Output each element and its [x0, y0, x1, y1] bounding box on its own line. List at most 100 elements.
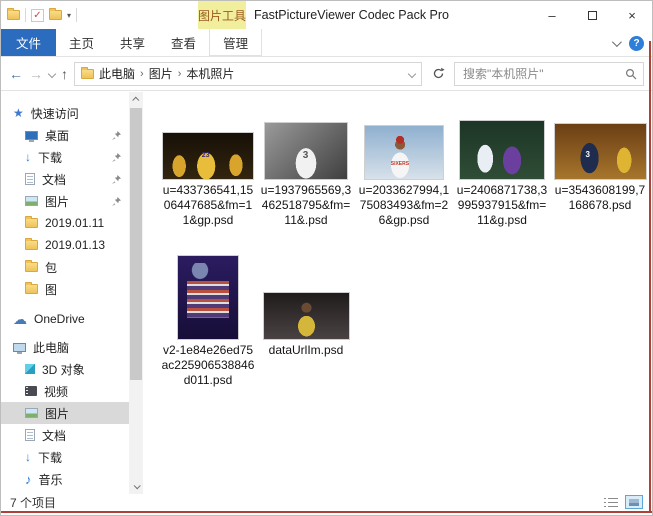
file-name: u=2406871738,3995937915&fm=11&g.psd [455, 183, 549, 228]
jersey-text: SIXERS [391, 161, 409, 167]
sidebar-item-documents[interactable]: 文档 [1, 168, 129, 190]
sidebar-item-documents-thispc[interactable]: 文档 [1, 424, 129, 446]
tab-share[interactable]: 共享 [107, 29, 158, 56]
main-area: ★ 快速访问 桌面 ↓ 下载 文档 图片 [1, 92, 652, 494]
tab-home[interactable]: 主页 [56, 29, 107, 56]
minimize-button[interactable]: – [532, 1, 572, 29]
file-thumbnail[interactable] [177, 255, 239, 340]
sidebar-item-quick-access[interactable]: ★ 快速访问 [1, 102, 129, 124]
cloud-icon: ☁ [13, 314, 27, 324]
sidebar-item-label: 快速访问 [31, 105, 79, 122]
sidebar-item-folder-2019-01-13[interactable]: 2019.01.13 [1, 234, 129, 256]
search-input[interactable] [461, 66, 625, 82]
file-thumbnail[interactable] [459, 120, 545, 180]
checkmark-icon[interactable]: ✓ [31, 9, 44, 22]
forward-button[interactable]: → [29, 66, 43, 82]
pictures-icon [25, 408, 38, 418]
screenshot-border-bottom [1, 511, 652, 513]
sidebar-scrollbar[interactable] [129, 92, 143, 494]
sidebar-item-desktop[interactable]: 桌面 [1, 124, 129, 146]
sidebar-item-label: 2019.01.13 [45, 238, 105, 252]
sidebar-item-folder-2019-01-11[interactable]: 2019.01.11 [1, 212, 129, 234]
file-thumbnail[interactable]: 23 [162, 132, 254, 180]
file-item[interactable]: dataUrlIm.psd [259, 248, 353, 388]
document-icon [25, 173, 35, 185]
help-icon[interactable]: ? [629, 36, 644, 51]
sidebar-item-label: 包 [45, 259, 57, 276]
file-item[interactable]: 3 u=3543608199,7168678.psd [553, 116, 647, 228]
ribbon-tab-row: 文件 主页 共享 查看 管理 ? [1, 29, 652, 57]
close-button[interactable]: × [612, 1, 652, 29]
refresh-icon[interactable] [428, 62, 448, 86]
file-item[interactable]: SIXERS u=2033627994,175083493&fm=26&gp.p… [357, 116, 451, 228]
sidebar-item-label: 此电脑 [33, 339, 69, 356]
search-icon[interactable] [625, 68, 637, 80]
folder-icon[interactable] [7, 10, 20, 20]
maximize-button[interactable] [572, 1, 612, 29]
explorer-window: ✓ ▾ 图片工具 FastPictureViewer Codec Pack Pr… [0, 0, 653, 516]
jersey-number: 23 [202, 152, 210, 159]
tab-file[interactable]: 文件 [1, 29, 56, 56]
sidebar-item-label: 视频 [44, 383, 68, 400]
download-icon: ↓ [25, 150, 31, 164]
thumbnail-view-icon[interactable] [625, 495, 643, 509]
scroll-down-icon[interactable] [129, 479, 143, 494]
back-button[interactable]: ← [9, 66, 23, 82]
sidebar-item-label: 图 [45, 281, 57, 298]
pin-icon [112, 175, 121, 184]
sidebar-item-folder-bao[interactable]: 包 [1, 256, 129, 278]
sidebar-item-label: 文档 [42, 427, 66, 444]
file-list: 23 u=433736541,1506447685&fm=11&gp.psd 3… [143, 92, 652, 494]
breadcrumb-separator: › [140, 68, 144, 80]
folder-icon[interactable] [49, 10, 62, 20]
file-item[interactable]: v2-1e84e26ed75ac225906538846d011.psd [161, 248, 255, 388]
separator [76, 8, 77, 22]
folder-icon [25, 218, 38, 228]
window-controls: – × [532, 1, 652, 29]
sidebar-item-label: 桌面 [45, 127, 69, 144]
folder-icon [81, 69, 94, 79]
details-view-icon[interactable] [604, 497, 618, 508]
sidebar-item-videos[interactable]: 视频 [1, 380, 129, 402]
breadcrumb-local-photos[interactable]: 本机照片 [186, 65, 234, 82]
history-dropdown-icon[interactable] [48, 69, 56, 77]
sidebar-item-pictures-thispc[interactable]: 图片 [1, 402, 129, 424]
download-icon: ↓ [25, 450, 31, 464]
file-thumbnail[interactable]: 3 [554, 123, 647, 180]
file-item[interactable]: u=2406871738,3995937915&fm=11&g.psd [455, 116, 549, 228]
file-item[interactable]: 23 u=433736541,1506447685&fm=11&gp.psd [161, 116, 255, 228]
address-bar: ← → ↑ 此电脑 › 图片 › 本机照片 [1, 57, 652, 91]
tab-manage[interactable]: 管理 [209, 29, 262, 56]
file-item[interactable]: 3 u=1937965569,3462518795&fm=11&.psd [259, 116, 353, 228]
ribbon-right-controls: ? [612, 29, 644, 57]
breadcrumb-separator: › [178, 68, 182, 80]
pictures-icon [25, 196, 38, 206]
scrollbar-thumb[interactable] [130, 108, 142, 380]
file-name: u=3543608199,7168678.psd [553, 183, 647, 213]
sidebar-item-3d-objects[interactable]: 3D 对象 [1, 358, 129, 380]
up-button[interactable]: ↑ [61, 66, 68, 82]
file-name: u=433736541,1506447685&fm=11&gp.psd [161, 183, 255, 228]
sidebar-item-this-pc[interactable]: 此电脑 [1, 336, 129, 358]
file-thumbnail[interactable]: SIXERS [364, 125, 444, 180]
breadcrumb-pictures[interactable]: 图片 [149, 65, 173, 82]
sidebar-item-downloads[interactable]: ↓ 下载 [1, 146, 129, 168]
file-thumbnail[interactable]: 3 [264, 122, 348, 180]
sidebar-item-onedrive[interactable]: ☁ OneDrive [1, 308, 129, 330]
tab-view[interactable]: 查看 [158, 29, 209, 56]
ribbon-collapse-icon[interactable] [612, 37, 622, 47]
sidebar-item-music[interactable]: ♪ 音乐 [1, 468, 129, 490]
breadcrumb[interactable]: 此电脑 › 图片 › 本机照片 [74, 62, 422, 86]
sidebar-item-label: 下载 [38, 149, 62, 166]
qat-dropdown-icon[interactable]: ▾ [67, 11, 71, 20]
window-title: FastPictureViewer Codec Pack Pro [254, 1, 449, 29]
address-dropdown-icon[interactable] [408, 69, 416, 77]
file-thumbnail[interactable] [263, 292, 350, 340]
breadcrumb-this-pc[interactable]: 此电脑 [99, 65, 135, 82]
sidebar-item-downloads-thispc[interactable]: ↓ 下载 [1, 446, 129, 468]
cube-icon [25, 364, 35, 374]
sidebar-item-folder-tu[interactable]: 图 [1, 278, 129, 300]
sidebar-item-label: 2019.01.11 [45, 216, 104, 230]
scroll-up-icon[interactable] [129, 92, 143, 107]
sidebar-item-pictures[interactable]: 图片 [1, 190, 129, 212]
